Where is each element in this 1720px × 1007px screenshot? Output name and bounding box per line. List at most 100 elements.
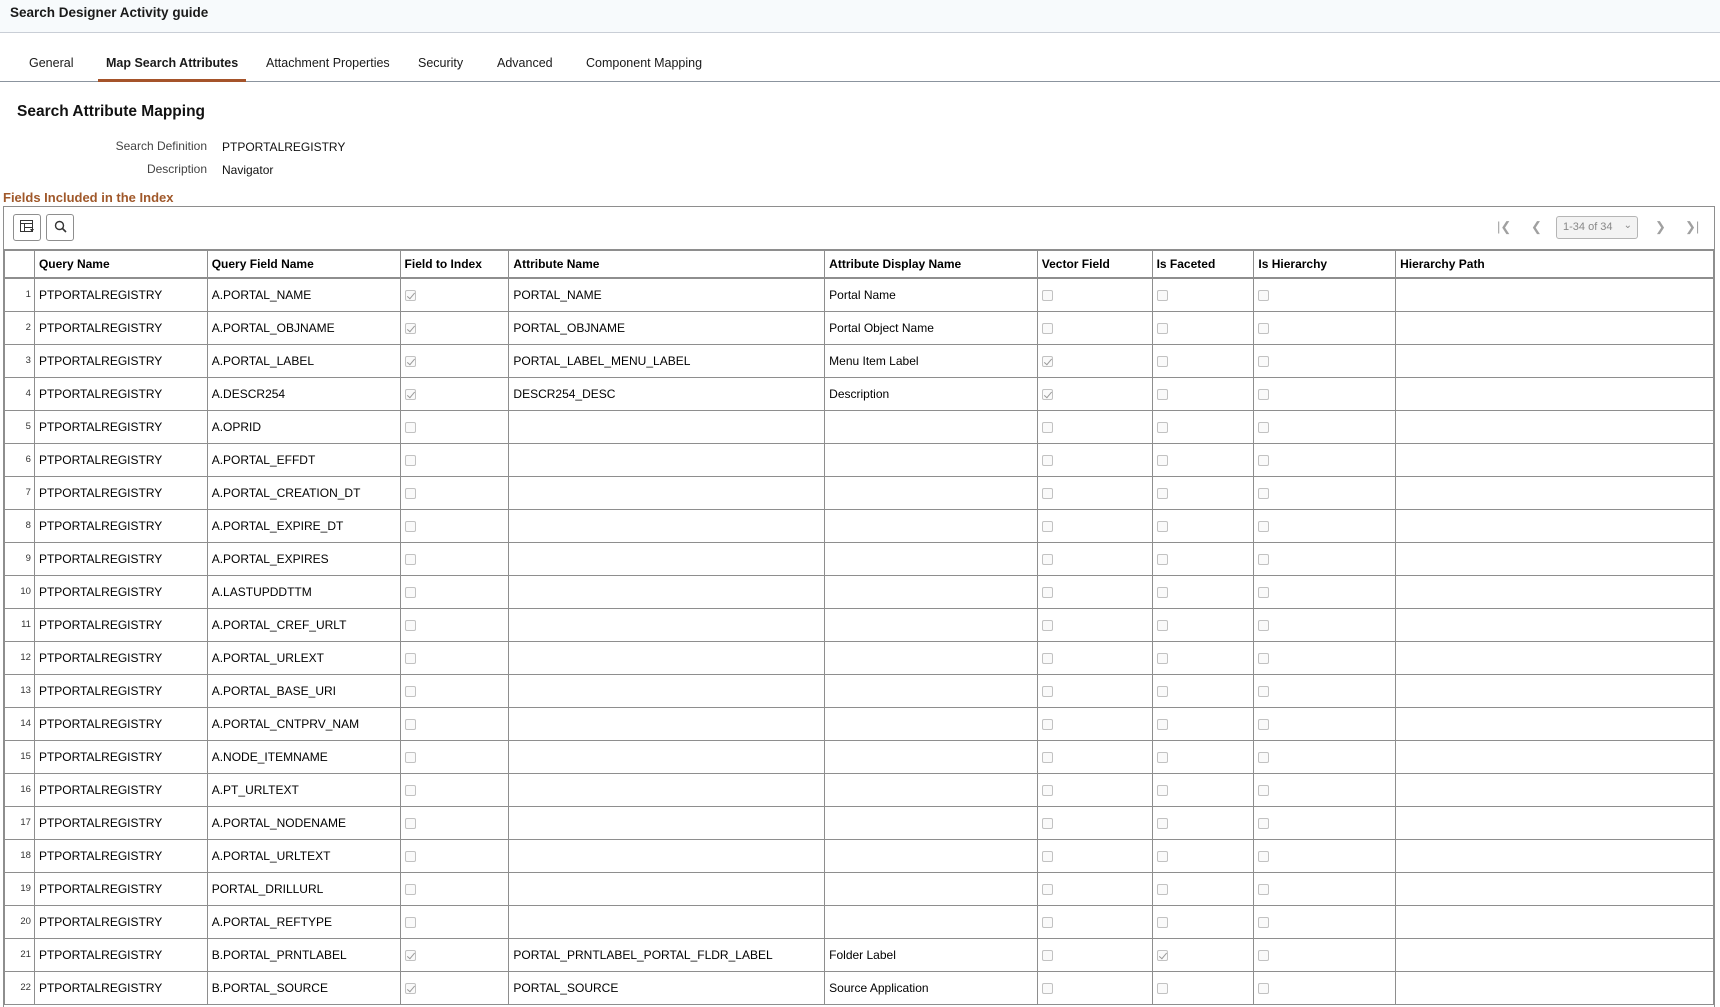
tab-general[interactable]: General bbox=[21, 56, 81, 81]
tab-advanced[interactable]: Advanced bbox=[489, 56, 561, 81]
field-to-index-checkbox[interactable] bbox=[404, 916, 416, 928]
field-to-index-checkbox[interactable] bbox=[404, 751, 416, 763]
vector-field-checkbox[interactable] bbox=[1041, 850, 1053, 862]
is-hierarchy-checkbox[interactable] bbox=[1258, 487, 1270, 499]
vector-field-checkbox[interactable] bbox=[1041, 949, 1053, 961]
field-to-index-checkbox[interactable] bbox=[404, 850, 416, 862]
column-header-is-faceted[interactable]: Is Faceted bbox=[1151, 249, 1255, 279]
field-to-index-checkbox[interactable] bbox=[404, 817, 416, 829]
is-faceted-checkbox[interactable] bbox=[1156, 784, 1168, 796]
vector-field-checkbox[interactable] bbox=[1041, 817, 1053, 829]
is-faceted-checkbox[interactable] bbox=[1156, 949, 1168, 961]
column-header-query-field-name[interactable]: Query Field Name bbox=[206, 249, 401, 279]
is-hierarchy-checkbox[interactable] bbox=[1258, 718, 1270, 730]
vector-field-checkbox[interactable] bbox=[1041, 388, 1053, 400]
is-faceted-checkbox[interactable] bbox=[1156, 355, 1168, 367]
field-to-index-checkbox[interactable] bbox=[404, 685, 416, 697]
column-header-attribute-name[interactable]: Attribute Name bbox=[508, 249, 826, 279]
vector-field-checkbox[interactable] bbox=[1041, 619, 1053, 631]
is-faceted-checkbox[interactable] bbox=[1156, 520, 1168, 532]
vector-field-checkbox[interactable] bbox=[1041, 751, 1053, 763]
is-faceted-checkbox[interactable] bbox=[1156, 421, 1168, 433]
is-hierarchy-checkbox[interactable] bbox=[1258, 751, 1270, 763]
tab-security[interactable]: Security bbox=[410, 56, 471, 81]
is-hierarchy-checkbox[interactable] bbox=[1258, 784, 1270, 796]
field-to-index-checkbox[interactable] bbox=[404, 784, 416, 796]
column-header-hierarchy-path[interactable]: Hierarchy Path bbox=[1395, 249, 1714, 279]
is-faceted-checkbox[interactable] bbox=[1156, 883, 1168, 895]
column-header-vector-field[interactable]: Vector Field bbox=[1036, 249, 1153, 279]
column-header-attribute-display-name[interactable]: Attribute Display Name bbox=[824, 249, 1038, 279]
is-faceted-checkbox[interactable] bbox=[1156, 586, 1168, 598]
field-to-index-checkbox[interactable] bbox=[404, 586, 416, 598]
is-hierarchy-checkbox[interactable] bbox=[1258, 421, 1270, 433]
field-to-index-checkbox[interactable] bbox=[404, 949, 416, 961]
field-to-index-checkbox[interactable] bbox=[404, 982, 416, 994]
vector-field-checkbox[interactable] bbox=[1041, 322, 1053, 334]
is-faceted-checkbox[interactable] bbox=[1156, 685, 1168, 697]
is-hierarchy-checkbox[interactable] bbox=[1258, 850, 1270, 862]
is-hierarchy-checkbox[interactable] bbox=[1258, 586, 1270, 598]
is-hierarchy-checkbox[interactable] bbox=[1258, 817, 1270, 829]
is-faceted-checkbox[interactable] bbox=[1156, 487, 1168, 499]
is-faceted-checkbox[interactable] bbox=[1156, 619, 1168, 631]
is-hierarchy-checkbox[interactable] bbox=[1258, 949, 1270, 961]
is-faceted-checkbox[interactable] bbox=[1156, 388, 1168, 400]
field-to-index-checkbox[interactable] bbox=[404, 355, 416, 367]
is-hierarchy-checkbox[interactable] bbox=[1258, 982, 1270, 994]
field-to-index-checkbox[interactable] bbox=[404, 454, 416, 466]
is-faceted-checkbox[interactable] bbox=[1156, 290, 1168, 302]
grid-personalize-button[interactable] bbox=[13, 214, 41, 241]
previous-page-icon[interactable]: ❮ bbox=[1531, 219, 1542, 235]
column-header-field-to-index[interactable]: Field to Index bbox=[399, 249, 510, 279]
is-faceted-checkbox[interactable] bbox=[1156, 850, 1168, 862]
vector-field-checkbox[interactable] bbox=[1041, 982, 1053, 994]
is-faceted-checkbox[interactable] bbox=[1156, 454, 1168, 466]
is-faceted-checkbox[interactable] bbox=[1156, 718, 1168, 730]
is-hierarchy-checkbox[interactable] bbox=[1258, 916, 1270, 928]
is-hierarchy-checkbox[interactable] bbox=[1258, 454, 1270, 466]
next-page-icon[interactable]: ❯ bbox=[1655, 219, 1666, 235]
column-header-is-hierarchy[interactable]: Is Hierarchy bbox=[1253, 249, 1397, 279]
field-to-index-checkbox[interactable] bbox=[404, 487, 416, 499]
is-faceted-checkbox[interactable] bbox=[1156, 322, 1168, 334]
vector-field-checkbox[interactable] bbox=[1041, 652, 1053, 664]
is-hierarchy-checkbox[interactable] bbox=[1258, 619, 1270, 631]
tab-component-mapping[interactable]: Component Mapping bbox=[578, 56, 710, 81]
field-to-index-checkbox[interactable] bbox=[404, 388, 416, 400]
is-hierarchy-checkbox[interactable] bbox=[1258, 652, 1270, 664]
field-to-index-checkbox[interactable] bbox=[404, 520, 416, 532]
vector-field-checkbox[interactable] bbox=[1041, 718, 1053, 730]
field-to-index-checkbox[interactable] bbox=[404, 553, 416, 565]
is-hierarchy-checkbox[interactable] bbox=[1258, 322, 1270, 334]
is-hierarchy-checkbox[interactable] bbox=[1258, 553, 1270, 565]
is-faceted-checkbox[interactable] bbox=[1156, 652, 1168, 664]
field-to-index-checkbox[interactable] bbox=[404, 652, 416, 664]
vector-field-checkbox[interactable] bbox=[1041, 421, 1053, 433]
is-faceted-checkbox[interactable] bbox=[1156, 916, 1168, 928]
tab-map-search-attributes[interactable]: Map Search Attributes bbox=[98, 56, 247, 82]
grid-find-button[interactable] bbox=[46, 214, 74, 241]
tab-attachment-properties[interactable]: Attachment Properties bbox=[258, 56, 398, 81]
field-to-index-checkbox[interactable] bbox=[404, 883, 416, 895]
vector-field-checkbox[interactable] bbox=[1041, 520, 1053, 532]
is-hierarchy-checkbox[interactable] bbox=[1258, 883, 1270, 895]
field-to-index-checkbox[interactable] bbox=[404, 421, 416, 433]
is-faceted-checkbox[interactable] bbox=[1156, 751, 1168, 763]
vector-field-checkbox[interactable] bbox=[1041, 487, 1053, 499]
field-to-index-checkbox[interactable] bbox=[404, 322, 416, 334]
field-to-index-checkbox[interactable] bbox=[404, 290, 416, 302]
is-faceted-checkbox[interactable] bbox=[1156, 553, 1168, 565]
field-to-index-checkbox[interactable] bbox=[404, 619, 416, 631]
is-hierarchy-checkbox[interactable] bbox=[1258, 355, 1270, 367]
first-page-icon[interactable]: |❮ bbox=[1497, 219, 1511, 235]
vector-field-checkbox[interactable] bbox=[1041, 290, 1053, 302]
vector-field-checkbox[interactable] bbox=[1041, 553, 1053, 565]
is-faceted-checkbox[interactable] bbox=[1156, 982, 1168, 994]
vector-field-checkbox[interactable] bbox=[1041, 454, 1053, 466]
vector-field-checkbox[interactable] bbox=[1041, 355, 1053, 367]
vector-field-checkbox[interactable] bbox=[1041, 586, 1053, 598]
is-hierarchy-checkbox[interactable] bbox=[1258, 388, 1270, 400]
is-hierarchy-checkbox[interactable] bbox=[1258, 685, 1270, 697]
is-hierarchy-checkbox[interactable] bbox=[1258, 520, 1270, 532]
